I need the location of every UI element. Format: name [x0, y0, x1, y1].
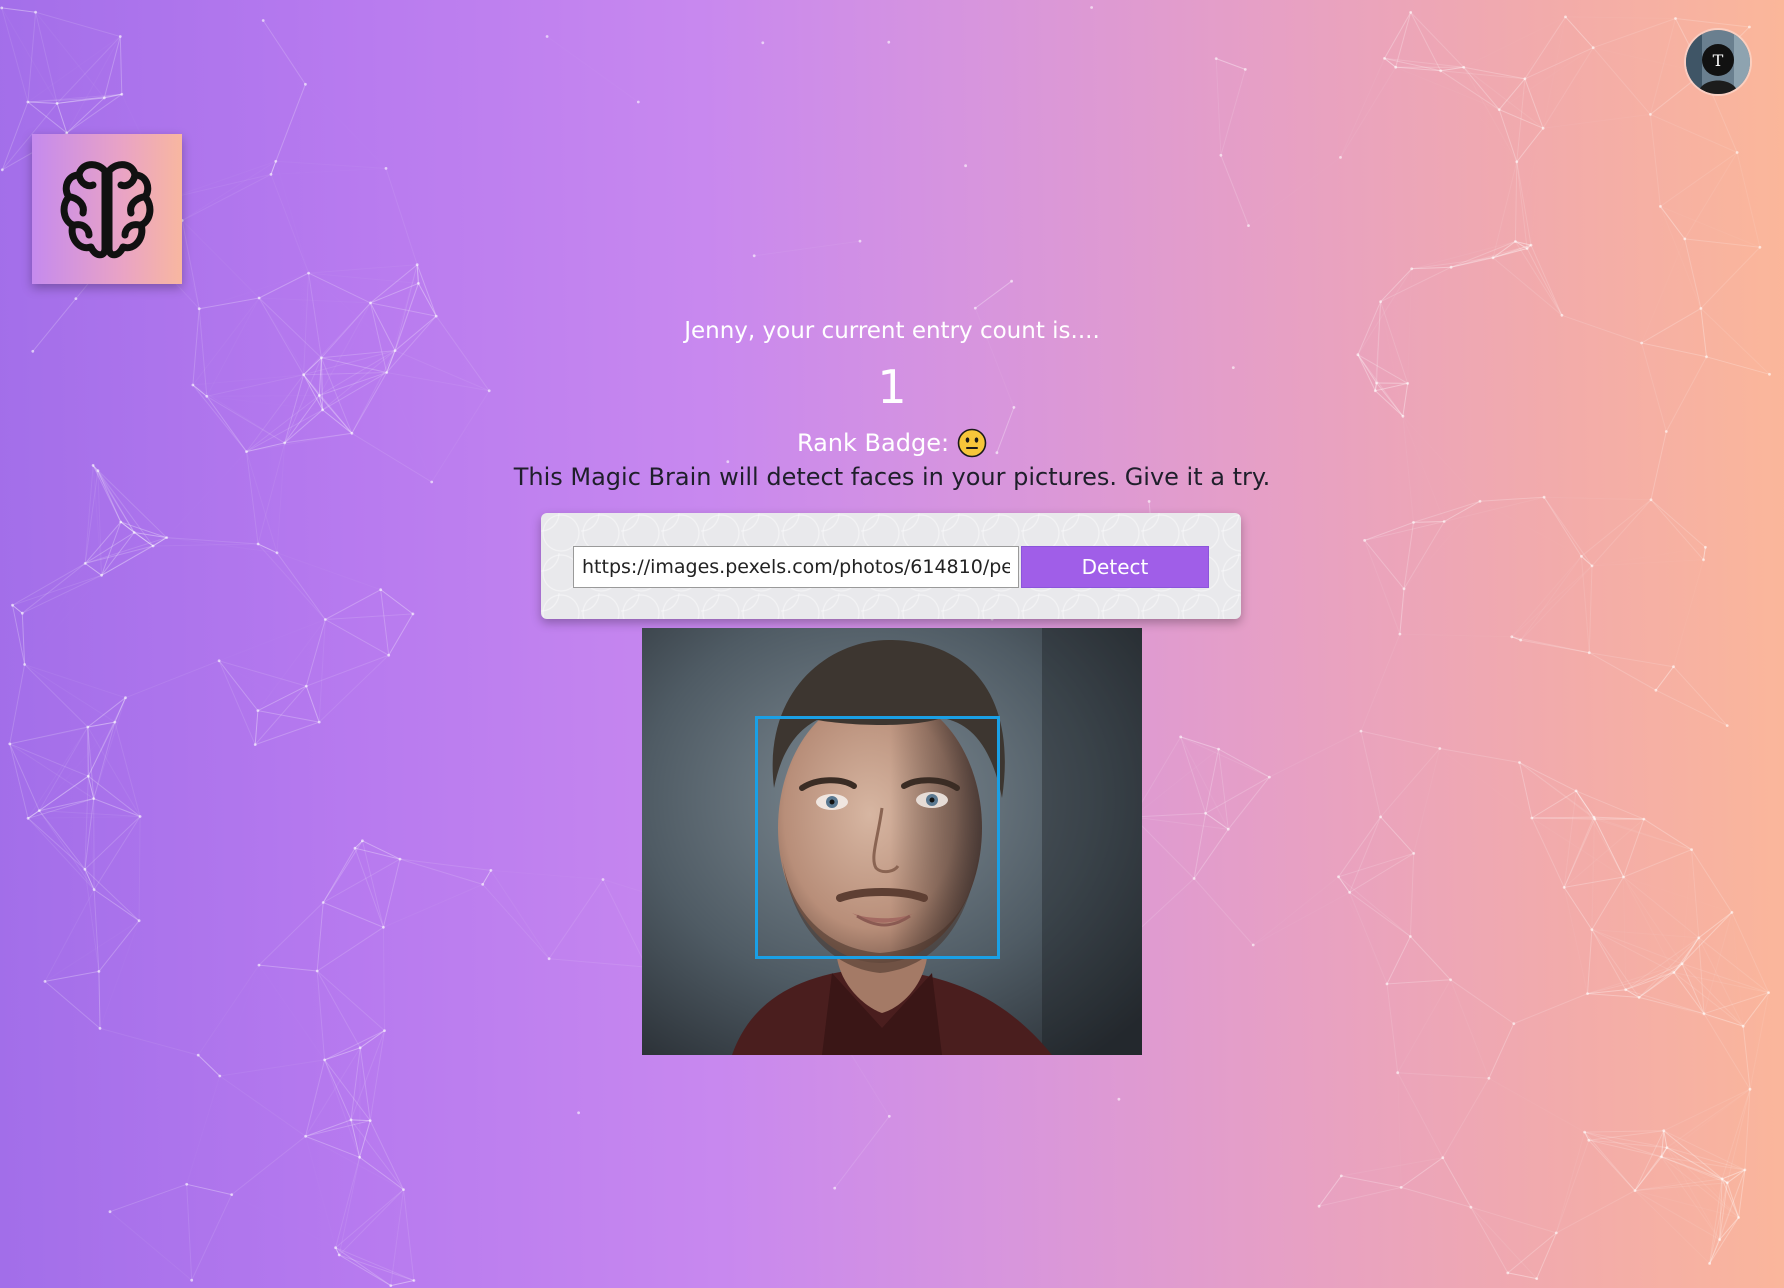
neutral-face-emoji-icon	[957, 428, 987, 458]
detection-image	[642, 628, 1142, 1055]
entry-count-value: 1	[877, 360, 907, 414]
entry-count-greeting: Jenny, your current entry count is....	[684, 318, 1100, 344]
detect-button[interactable]: Detect	[1021, 546, 1209, 588]
avatar-initial: T	[1713, 51, 1724, 70]
user-avatar-icon: T	[1686, 30, 1750, 94]
image-url-input[interactable]	[573, 546, 1019, 588]
profile-avatar[interactable]: T	[1686, 30, 1750, 94]
rank-badge-row: Rank Badge:	[0, 428, 1784, 458]
rank-badge-label: Rank Badge:	[796, 429, 950, 457]
logo-card[interactable]	[32, 134, 182, 284]
face-bounding-box	[755, 716, 1000, 959]
brain-icon	[60, 161, 154, 259]
image-url-form: Detect	[541, 513, 1241, 619]
intro-text: This Magic Brain will detect faces in yo…	[513, 463, 1271, 491]
